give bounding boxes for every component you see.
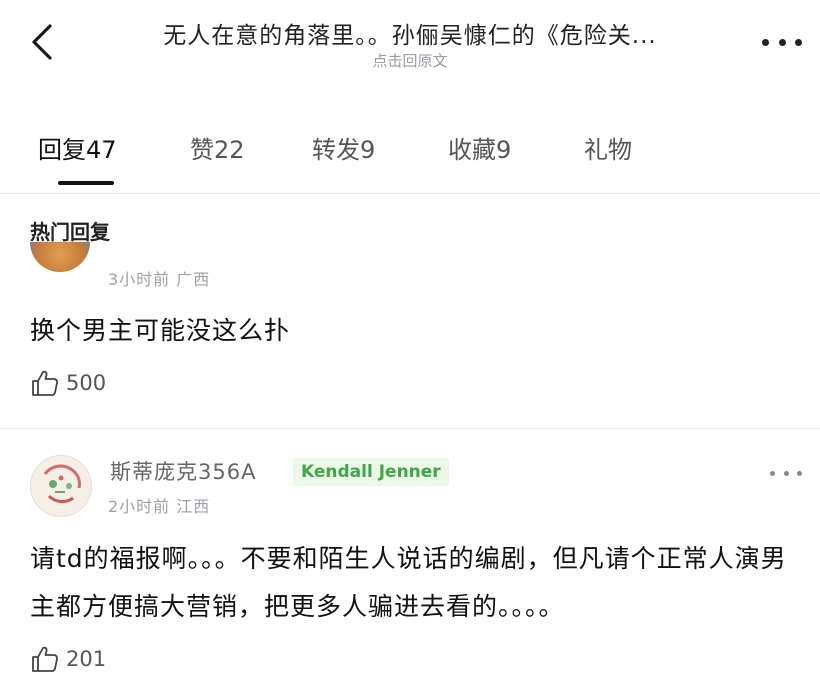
comment-meta: 2小时前 江西	[108, 497, 211, 516]
tab-reposts[interactable]: 转发9	[312, 130, 375, 165]
avatar[interactable]	[30, 242, 90, 290]
like-count: 500	[66, 371, 107, 395]
tab-count: 9	[360, 136, 376, 164]
tab-count: 47	[86, 136, 117, 164]
top-bar: 无人在意的角落里。。孙俪吴慷仁的《危险关... 点击回原文	[0, 0, 820, 90]
back-button[interactable]	[26, 22, 58, 62]
like-button[interactable]: 500	[30, 368, 106, 398]
thumbs-up-icon	[32, 370, 58, 396]
like-count: 201	[66, 647, 107, 671]
tab-label: 收藏	[448, 136, 496, 164]
like-button[interactable]: 201	[30, 644, 106, 674]
avatar[interactable]	[30, 455, 92, 517]
fan-badge[interactable]: Kendall Jenner	[293, 458, 449, 486]
tab-gifts[interactable]: 礼物	[584, 130, 632, 165]
more-horizontal-icon	[762, 38, 769, 46]
more-horizontal-icon	[770, 470, 775, 476]
tab-replies[interactable]: 回复47	[38, 130, 117, 165]
tab-label: 赞	[190, 136, 214, 164]
view-original-link[interactable]: 点击回原文	[110, 50, 710, 71]
post-title[interactable]: 无人在意的角落里。。孙俪吴慷仁的《危险关...	[110, 16, 710, 50]
tab-label: 礼物	[584, 136, 632, 164]
comment-text: 请td的福报啊。。。不要和陌生人说话的编剧，但凡请个正常人演男主都方便搞大营销，…	[30, 544, 787, 621]
tab-label: 回复	[38, 136, 86, 164]
comment-meta: 3小时前 广西	[108, 270, 211, 289]
section-title: 热门回复	[30, 220, 110, 244]
tab-bar: 回复47 赞22 转发9 收藏9 礼物	[0, 120, 820, 190]
username[interactable]: 斯蒂庞克356A	[110, 456, 256, 486]
tab-count: 22	[214, 136, 245, 164]
tab-label: 转发	[312, 136, 360, 164]
tab-count: 9	[496, 136, 512, 164]
comment-more-button[interactable]	[770, 466, 802, 480]
divider	[0, 193, 820, 194]
active-tab-indicator	[58, 181, 114, 185]
divider	[0, 428, 820, 429]
thumbs-up-icon	[32, 646, 58, 672]
chevron-left-icon	[32, 24, 52, 60]
tab-likes[interactable]: 赞22	[190, 130, 245, 165]
comment-text: 换个男主可能没这么扑	[30, 316, 291, 345]
tab-favorites[interactable]: 收藏9	[448, 130, 511, 165]
more-options-button[interactable]	[762, 32, 802, 52]
